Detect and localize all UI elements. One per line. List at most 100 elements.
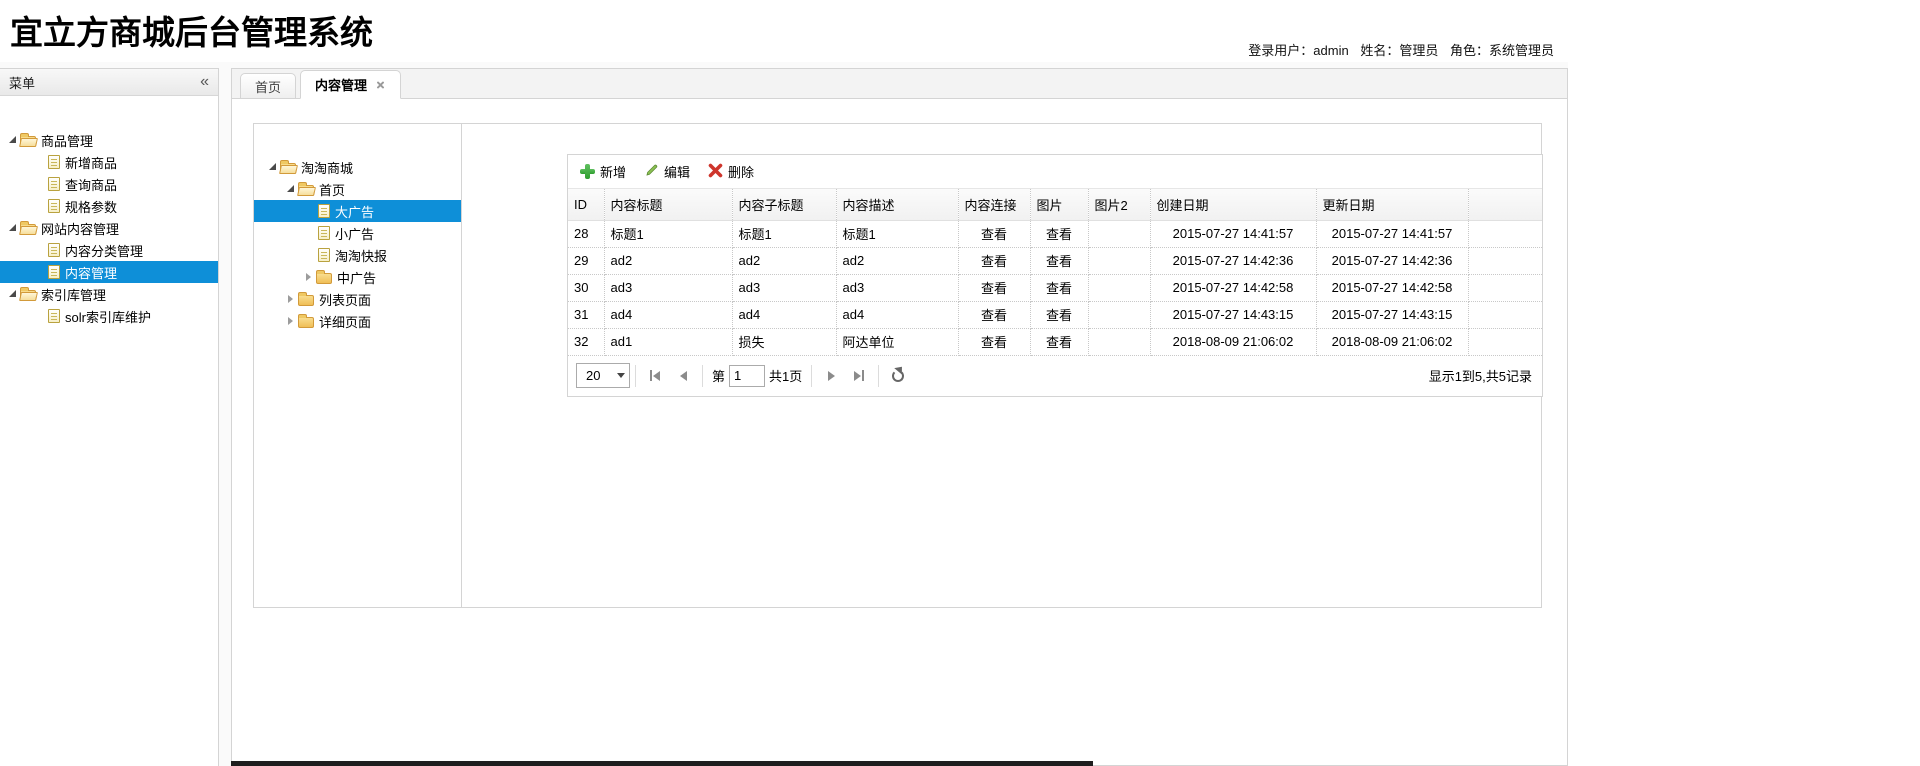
- tree-node-list-page[interactable]: 列表页面: [254, 288, 461, 310]
- cell-title: 标题1: [604, 220, 732, 247]
- cell-pic: 查看: [1030, 247, 1088, 274]
- main-panel: 首页 内容管理 淘淘商城: [231, 68, 1568, 766]
- table-row[interactable]: 32 ad1 损失 阿达单位 查看 查看 2018-08-09 21:06:02…: [568, 328, 1542, 355]
- tree-node-taotao-mall[interactable]: 淘淘商城: [254, 156, 461, 178]
- table-row[interactable]: 28 标题1 标题1 标题1 查看 查看 2015-07-27 14:41:57…: [568, 220, 1542, 247]
- sidebar-item-content-category-mgmt[interactable]: 内容分类管理: [0, 239, 218, 261]
- file-icon: [48, 243, 60, 257]
- col-header-id: ID: [568, 189, 604, 220]
- tree-node-big-ad[interactable]: 大广告: [254, 200, 461, 222]
- page-size-select[interactable]: 20: [576, 363, 630, 388]
- folder-icon: [280, 163, 296, 174]
- edit-button[interactable]: 编辑: [638, 160, 696, 183]
- cell-title: ad3: [604, 274, 732, 301]
- sidebar-item-spec-params[interactable]: 规格参数: [0, 195, 218, 217]
- tree-node-homepage[interactable]: 首页: [254, 178, 461, 200]
- content-datagrid: 新增 编辑 删除: [567, 154, 1543, 397]
- view-link[interactable]: 查看: [981, 254, 1007, 269]
- view-link[interactable]: 查看: [981, 227, 1007, 242]
- folder-icon: [298, 295, 314, 306]
- cell-link: 查看: [958, 274, 1030, 301]
- tree-node-label: 详细页面: [319, 312, 371, 331]
- expand-icon[interactable]: [264, 165, 280, 170]
- tab-home[interactable]: 首页: [240, 73, 296, 99]
- sidebar-item-solr-maintenance[interactable]: solr索引库维护: [0, 305, 218, 327]
- view-link[interactable]: 查看: [1046, 335, 1072, 350]
- sidebar-item-query-product[interactable]: 查询商品: [0, 173, 218, 195]
- cell-created: 2015-07-27 14:41:57: [1150, 220, 1316, 247]
- cell-pic: 查看: [1030, 328, 1088, 355]
- view-link[interactable]: 查看: [1046, 227, 1072, 242]
- delete-button[interactable]: 删除: [702, 160, 760, 183]
- expand-icon[interactable]: [4, 226, 20, 231]
- prev-page-button[interactable]: [669, 363, 697, 389]
- cell-id: 31: [568, 301, 604, 328]
- tree-node-medium-ad[interactable]: 中广告: [254, 266, 461, 288]
- next-page-button[interactable]: [817, 363, 845, 389]
- collapse-sidebar-icon[interactable]: «: [200, 74, 209, 90]
- collapse-arrow-icon[interactable]: [282, 295, 298, 303]
- cell-link: 查看: [958, 328, 1030, 355]
- table-row[interactable]: 31 ad4 ad4 ad4 查看 查看 2015-07-27 14:43:15…: [568, 301, 1542, 328]
- folder-icon: [20, 224, 36, 235]
- tree-node-label: 淘淘快报: [335, 246, 387, 265]
- login-user-info: 登录用户：admin 姓名：管理员 角色：系统管理员: [1240, 40, 1554, 59]
- cell-pic: 查看: [1030, 301, 1088, 328]
- tab-label: 首页: [255, 77, 281, 96]
- view-link[interactable]: 查看: [1046, 308, 1072, 323]
- add-button[interactable]: 新增: [574, 160, 632, 183]
- cell-pic: 查看: [1030, 220, 1088, 247]
- pager-separator: [635, 365, 636, 387]
- edit-icon: [644, 163, 659, 181]
- pager-separator: [878, 365, 879, 387]
- sidebar-panel: 菜单 « 商品管理 新增商品 查询商品: [0, 68, 219, 766]
- collapse-arrow-icon[interactable]: [300, 273, 316, 281]
- pagination-bar: 20 第 共1页: [568, 356, 1542, 396]
- table-row[interactable]: 29 ad2 ad2 ad2 查看 查看 2015-07-27 14:42:36…: [568, 247, 1542, 274]
- refresh-button[interactable]: [884, 363, 912, 389]
- tree-node-detail-page[interactable]: 详细页面: [254, 310, 461, 332]
- sidebar-item-add-product[interactable]: 新增商品: [0, 151, 218, 173]
- tree-node-small-ad[interactable]: 小广告: [254, 222, 461, 244]
- cell-id: 32: [568, 328, 604, 355]
- sidebar-menu-tree: 商品管理 新增商品 查询商品 规格参数 网站内容管理: [0, 96, 218, 327]
- page-number-input[interactable]: [729, 365, 765, 387]
- expand-icon[interactable]: [282, 187, 298, 192]
- collapse-arrow-icon[interactable]: [282, 317, 298, 325]
- folder-icon: [298, 185, 314, 196]
- expand-icon[interactable]: [4, 138, 20, 143]
- cell-updated: 2015-07-27 14:41:57: [1316, 220, 1468, 247]
- sidebar-item-index-mgmt[interactable]: 索引库管理: [0, 283, 218, 305]
- table-row[interactable]: 30 ad3 ad3 ad3 查看 查看 2015-07-27 14:42:58…: [568, 274, 1542, 301]
- view-link[interactable]: 查看: [981, 335, 1007, 350]
- tree-node-taotao-express[interactable]: 淘淘快报: [254, 244, 461, 266]
- tree-node-label: 中广告: [337, 268, 376, 287]
- sidebar-item-product-mgmt[interactable]: 商品管理: [0, 129, 218, 151]
- view-link[interactable]: 查看: [1046, 254, 1072, 269]
- sidebar-title: 菜单: [9, 73, 35, 92]
- cell-id: 28: [568, 220, 604, 247]
- col-header-pic2: 图片2: [1088, 189, 1150, 220]
- add-icon: [580, 164, 595, 179]
- sidebar-item-content-mgmt[interactable]: 内容管理: [0, 261, 218, 283]
- view-link[interactable]: 查看: [981, 281, 1007, 296]
- close-icon[interactable]: [375, 79, 386, 90]
- file-icon: [48, 199, 60, 213]
- sidebar-item-site-content-mgmt[interactable]: 网站内容管理: [0, 217, 218, 239]
- cell-subtitle: 标题1: [732, 220, 836, 247]
- cell-filler: [1468, 301, 1542, 328]
- view-link[interactable]: 查看: [1046, 281, 1072, 296]
- view-link[interactable]: 查看: [981, 308, 1007, 323]
- first-page-button[interactable]: [641, 363, 669, 389]
- page-size-value: 20: [577, 368, 613, 383]
- cell-pic2: [1088, 328, 1150, 355]
- file-icon: [48, 265, 60, 279]
- tab-content-mgmt[interactable]: 内容管理: [300, 70, 401, 99]
- cell-id: 30: [568, 274, 604, 301]
- delete-icon: [708, 163, 723, 181]
- expand-icon[interactable]: [4, 292, 20, 297]
- cell-pic: 查看: [1030, 274, 1088, 301]
- last-page-button[interactable]: [845, 363, 873, 389]
- cell-link: 查看: [958, 301, 1030, 328]
- last-page-icon: [854, 370, 864, 381]
